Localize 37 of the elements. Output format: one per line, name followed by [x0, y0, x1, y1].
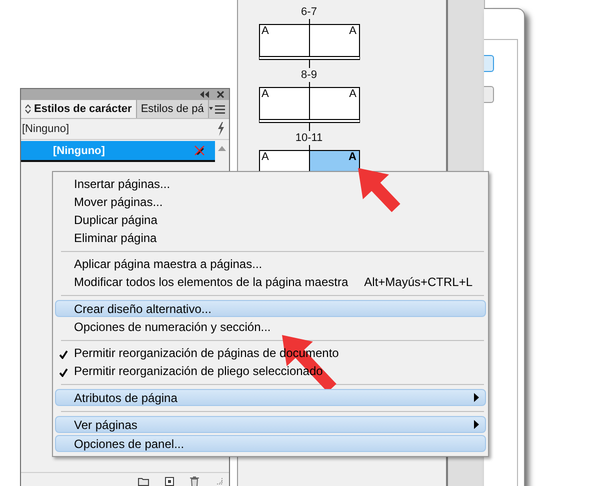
sort-arrows-icon [25, 104, 31, 114]
panel-menu-icon[interactable] [209, 104, 225, 114]
menu-item[interactable]: Modificar todos los elementos de la página maestra Alt+Mayús+CTRL+L [55, 273, 486, 291]
close-icon[interactable] [217, 91, 224, 98]
master-label: A [260, 25, 270, 37]
new-page-icon[interactable] [165, 476, 174, 486]
lightning-icon[interactable] [217, 122, 225, 136]
pointer-arrow [358, 168, 400, 212]
trash-icon[interactable] [190, 476, 199, 486]
menu-item[interactable]: Eliminar página [55, 229, 486, 247]
menu-item[interactable]: Atributos de página [55, 389, 486, 406]
master-label: A [260, 151, 270, 163]
menu-item[interactable]: Opciones de panel... [55, 435, 486, 452]
master-label: A [348, 88, 358, 100]
collapse-icon[interactable] [200, 91, 209, 98]
master-label: A [348, 25, 358, 37]
menu-item[interactable]: Aplicar página maestra a páginas... [55, 255, 486, 273]
spread-label: 8-9 [301, 68, 317, 82]
panel-tab[interactable]: Estilos de carácter [21, 100, 137, 118]
spread-label: 10-11 [295, 131, 323, 145]
folder-icon[interactable] [138, 476, 149, 486]
master-label: A [348, 151, 358, 163]
pen-crossed-icon [194, 145, 205, 156]
current-style-label: [Ninguno] [22, 123, 70, 135]
menu-item[interactable]: Mover páginas... [55, 193, 486, 211]
master-label: A [260, 88, 270, 100]
spread-label: 6-7 [301, 5, 317, 19]
spread-thumbnail[interactable]: A A [258, 87, 360, 123]
menu-item[interactable]: Ver páginas [55, 416, 486, 433]
panel-tab[interactable]: Estilos de pá [136, 100, 209, 118]
spread-thumbnail[interactable]: A A [258, 24, 360, 60]
page-thumbnail[interactable]: A [308, 25, 358, 56]
page-thumbnail[interactable]: A [308, 88, 358, 119]
menu-item[interactable]: Duplicar página [55, 211, 486, 229]
menu-item[interactable]: Crear diseño alternativo... [55, 300, 486, 317]
menu-item[interactable]: Opciones de numeración y sección... [55, 318, 486, 336]
resize-grip-icon[interactable] [215, 477, 223, 485]
